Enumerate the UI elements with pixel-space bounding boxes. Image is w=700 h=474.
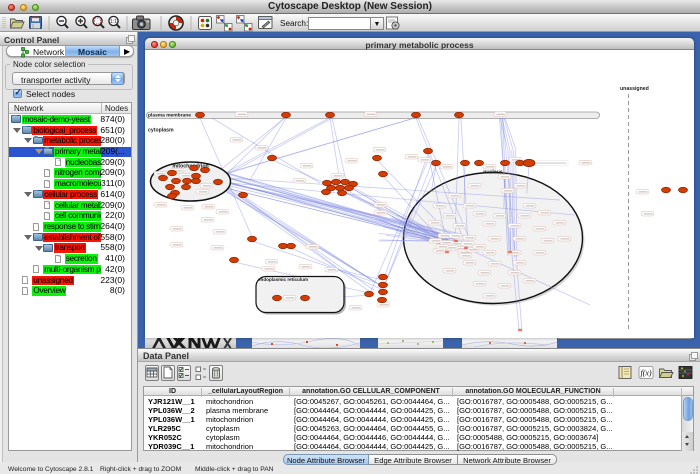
svg-text:plasma membrane: plasma membrane [148, 113, 191, 119]
svg-text:unassigned: unassigned [620, 86, 649, 92]
svg-text:endoplasmic reticulum: endoplasmic reticulum [258, 277, 308, 282]
svg-text:f(x): f(x) [640, 369, 651, 378]
svg-text:cytoplasm: cytoplasm [148, 128, 174, 134]
svg-text:1:1: 1:1 [110, 19, 117, 25]
